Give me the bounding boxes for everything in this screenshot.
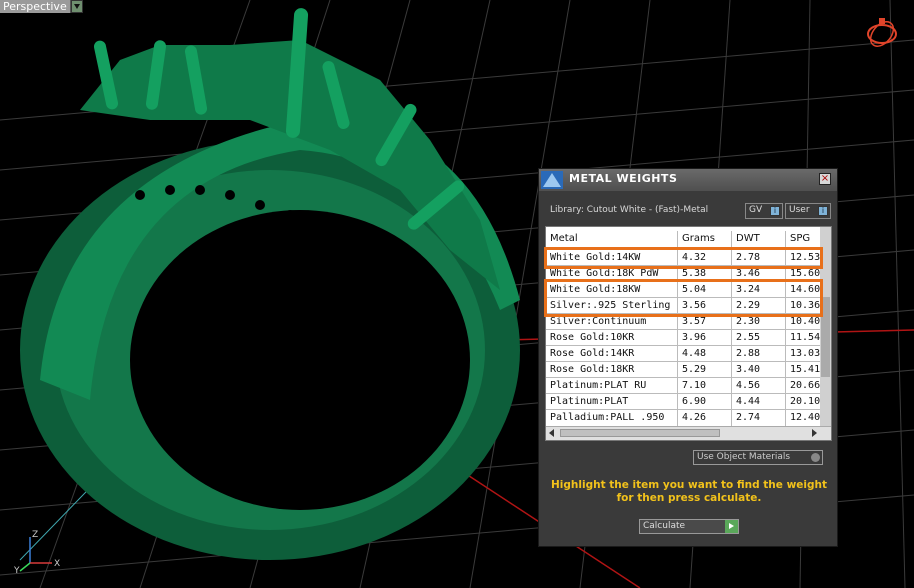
panel-titlebar[interactable]: METAL WEIGHTS × <box>539 169 837 191</box>
gv-toggle[interactable]: GV i <box>745 203 783 219</box>
table-row[interactable]: Platinum:PLAT RU 7.10 4.56 20.66 <box>546 377 826 394</box>
table-cell: Rose Gold:14KR <box>546 346 678 362</box>
table-cell: 4.44 <box>732 394 786 410</box>
axis-tripod-icon: Z X Y <box>13 530 60 575</box>
use-object-materials-toggle[interactable]: Use Object Materials <box>693 450 823 465</box>
table-row[interactable]: Platinum:PLAT 6.90 4.44 20.10 <box>546 393 826 410</box>
metal-weights-panel: METAL WEIGHTS × Library: Cutout White - … <box>538 168 838 547</box>
table-cell: 4.26 <box>678 410 732 426</box>
table-cell: 3.96 <box>678 330 732 346</box>
table-cell: 6.90 <box>678 394 732 410</box>
play-icon[interactable] <box>725 520 738 533</box>
user-toggle[interactable]: User i <box>785 203 831 219</box>
calculate-label: Calculate <box>643 521 686 531</box>
close-button[interactable]: × <box>819 173 831 185</box>
viewport-menu-arrow-icon[interactable] <box>71 0 83 13</box>
table-cell: Rose Gold:10KR <box>546 330 678 346</box>
table-cell: 4.48 <box>678 346 732 362</box>
table-cell: Platinum:PLAT RU <box>546 378 678 394</box>
ring-model[interactable] <box>20 8 520 560</box>
table-cell: 2.74 <box>732 410 786 426</box>
table-header: Metal Grams DWT SPG <box>546 231 826 247</box>
horizontal-scroll-thumb[interactable] <box>560 429 720 437</box>
gv-label: GV <box>749 205 763 215</box>
table-cell: 4.56 <box>732 378 786 394</box>
view-cube-gizmo-icon[interactable] <box>862 12 902 52</box>
horizontal-scrollbar[interactable] <box>546 426 831 440</box>
panel-title: METAL WEIGHTS <box>569 172 678 185</box>
axis-y-label: Y <box>13 566 20 575</box>
use-object-materials-label: Use Object Materials <box>697 452 791 462</box>
table-cell: Palladium:PALL .950 <box>546 410 678 426</box>
table-row[interactable]: Rose Gold:14KR 4.48 2.88 13.03 <box>546 345 826 362</box>
col-metal[interactable]: Metal <box>546 231 678 247</box>
table-row[interactable]: Palladium:PALL .950 4.26 2.74 12.40 <box>546 409 826 426</box>
highlight-box-14kw <box>544 247 823 269</box>
instruction-text: Highlight the item you want to find the … <box>551 479 827 504</box>
table-cell: Rose Gold:18KR <box>546 362 678 378</box>
col-grams[interactable]: Grams <box>678 231 732 247</box>
highlight-box-18kw-sterling <box>544 279 823 317</box>
table-cell: 3.40 <box>732 362 786 378</box>
user-label: User <box>789 205 810 215</box>
col-dwt[interactable]: DWT <box>732 231 786 247</box>
user-info-icon[interactable]: i <box>818 206 828 216</box>
scroll-left-icon[interactable] <box>549 429 554 437</box>
table-cell: 2.88 <box>732 346 786 362</box>
table-cell: 7.10 <box>678 378 732 394</box>
axis-z-label: Z <box>32 530 38 540</box>
axis-x-label: X <box>54 559 60 569</box>
table-cell: 2.55 <box>732 330 786 346</box>
viewport-label[interactable]: Perspective <box>0 0 71 13</box>
radio-icon[interactable] <box>811 453 820 462</box>
table-row[interactable]: Rose Gold:10KR 3.96 2.55 11.54 <box>546 329 826 346</box>
metal-weights-icon <box>541 171 563 189</box>
table-cell: Platinum:PLAT <box>546 394 678 410</box>
table-row[interactable]: Rose Gold:18KR 5.29 3.40 15.41 <box>546 361 826 378</box>
table-cell: 5.29 <box>678 362 732 378</box>
library-label: Library: Cutout White - (Fast)-Metal <box>550 205 709 215</box>
scroll-right-icon[interactable] <box>812 429 817 437</box>
calculate-button[interactable]: Calculate <box>639 519 739 534</box>
gv-info-icon[interactable]: i <box>770 206 780 216</box>
